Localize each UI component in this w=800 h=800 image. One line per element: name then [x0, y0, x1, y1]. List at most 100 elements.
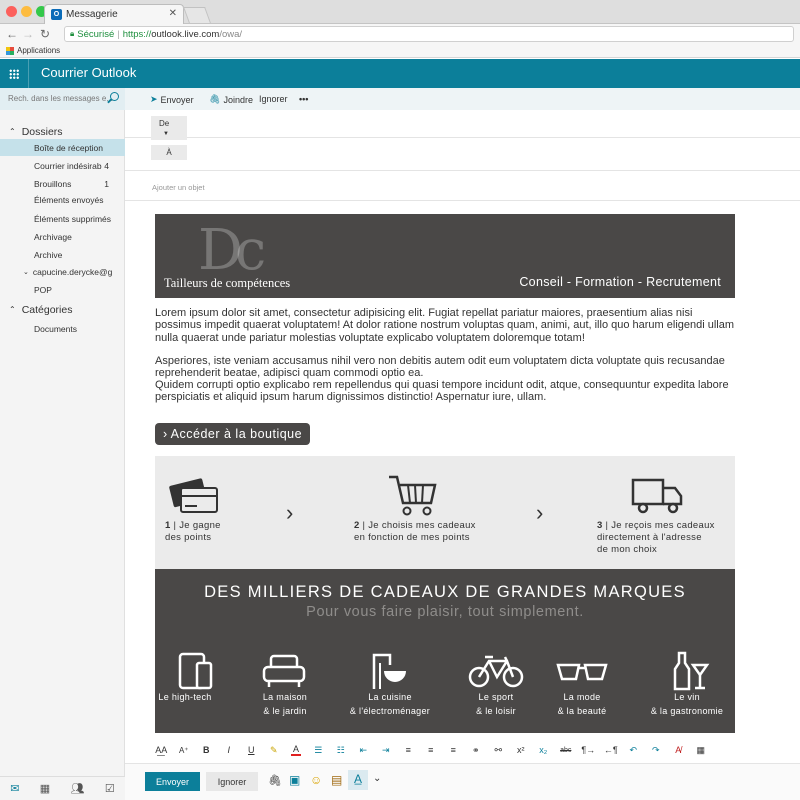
increase-indent-icon[interactable]: ⇥ — [375, 745, 398, 756]
categories-section-toggle[interactable]: ⌃ Catégories — [0, 301, 125, 318]
clear-format-icon[interactable]: A̸ — [667, 745, 690, 755]
folder-count: 1 — [104, 178, 109, 189]
decrease-indent-icon[interactable]: ⇤ — [352, 745, 375, 756]
header-divider — [28, 59, 29, 88]
minimize-window-icon[interactable] — [21, 6, 32, 17]
step-text: en fonction de mes points — [354, 532, 470, 543]
picture-icon[interactable]: ▣ — [289, 773, 300, 787]
undo-icon[interactable]: ↶ — [622, 745, 645, 756]
chevron-down-icon[interactable]: ⌄ — [373, 773, 381, 784]
card-icon — [169, 478, 218, 513]
formatting-toolbar: A͟A A⁺ B I U ✎ A ☰ ☷ ⇤ ⇥ ≡ ≡ ≡ ⚭ ⚯ x² x₂… — [150, 741, 790, 759]
table-icon[interactable]: ▦ — [690, 745, 713, 756]
more-options-icon[interactable]: ••• — [299, 94, 308, 104]
outlook-header: Courrier Outlook — [0, 59, 800, 88]
schedule-icon[interactable]: ▤ — [331, 773, 342, 787]
folder-pop[interactable]: POP — [0, 281, 125, 298]
url-input[interactable]: 🔒︎ Sécurisé | https://outlook.live.com/o… — [64, 26, 794, 42]
bookmark-applications[interactable]: Applications — [17, 46, 60, 55]
folder-archiving[interactable]: Archivage — [0, 228, 125, 245]
signature-icon[interactable]: A̲ — [348, 770, 368, 790]
close-window-icon[interactable] — [6, 6, 17, 17]
to-button[interactable]: À — [151, 145, 187, 160]
cart-icon — [389, 475, 437, 516]
underline-icon[interactable]: U — [240, 745, 263, 755]
folder-label: Éléments supprimés — [34, 213, 112, 224]
subject-input[interactable]: Ajouter un objet — [152, 183, 205, 192]
category-text: Le sport — [478, 692, 514, 702]
italic-icon[interactable]: I — [218, 745, 241, 755]
strikethrough-icon[interactable]: abc — [555, 747, 578, 754]
folder-junk[interactable]: Courrier indésirab 4 — [0, 157, 125, 174]
subject-row[interactable] — [125, 171, 800, 201]
highlight-icon[interactable]: ✎ — [263, 745, 286, 756]
attach-icon[interactable]: 🖇︎ — [268, 774, 282, 787]
toolbar-attach-button[interactable]: 🖇︎ Joindre — [209, 94, 253, 105]
superscript-icon[interactable]: x² — [510, 745, 533, 755]
from-dropdown[interactable]: De ▼ — [151, 116, 187, 140]
new-tab-button[interactable] — [183, 7, 211, 23]
font-icon[interactable]: A͟A — [150, 745, 173, 755]
redo-icon[interactable]: ↷ — [645, 745, 668, 756]
search-input[interactable]: Rech. dans les messages e... — [0, 88, 125, 110]
toolbar-ignore-label: Ignorer — [259, 94, 288, 104]
bold-icon[interactable]: B — [195, 745, 218, 755]
category-documents[interactable]: Documents — [0, 320, 125, 337]
chevron-down-icon: ⌃ — [9, 127, 16, 136]
paperclip-icon: 🖇︎ — [209, 94, 221, 104]
align-center-icon[interactable]: ≡ — [420, 745, 443, 755]
apps-grid-icon[interactable] — [6, 46, 14, 55]
folder-deleted[interactable]: Éléments supprimés — [0, 210, 125, 227]
address-bar-row: ← → ↻ 🔒︎ Sécurisé | https://outlook.live… — [0, 24, 800, 44]
rtl-icon[interactable]: ←¶ — [600, 745, 623, 755]
emoji-icon[interactable]: ☺ — [310, 773, 322, 787]
step-text: directement à l'adresse — [597, 532, 702, 543]
send-row: Envoyer Ignorer 🖇︎ ▣ ☺ ▤ A̲ ⌄ — [125, 763, 800, 800]
align-right-icon[interactable]: ≡ — [442, 745, 465, 755]
brand-logo: Dc — [198, 218, 266, 283]
folder-inbox[interactable]: Boîte de réception — [0, 139, 125, 156]
toolbar-ignore-button[interactable]: Ignorer — [259, 94, 288, 104]
send-button[interactable]: Envoyer — [145, 772, 200, 791]
tasks-icon[interactable]: ☑ — [105, 782, 115, 795]
body-paragraph: Asperiores, iste veniam accusamus nihil … — [155, 355, 725, 380]
folder-sent[interactable]: Éléments envoyés — [0, 193, 125, 207]
forward-arrow-icon[interactable]: → — [22, 27, 34, 41]
mail-icon[interactable]: ✉ — [10, 782, 19, 795]
shop-button[interactable]: › Accéder à la boutique — [155, 423, 311, 445]
app-launcher-icon[interactable] — [9, 69, 19, 79]
link-icon[interactable]: ⚭ — [465, 745, 488, 756]
reload-icon[interactable]: ↻ — [40, 27, 50, 41]
toolbar-send-button[interactable]: ➤ Envoyer — [150, 94, 194, 105]
calendar-icon[interactable]: ▦ — [40, 782, 50, 795]
kitchen-icon — [372, 653, 406, 689]
secure-label: Sécurisé — [77, 28, 115, 40]
bullets-icon[interactable]: ☰ — [307, 745, 330, 756]
step-text: Je choisis mes cadeaux — [368, 520, 476, 531]
search-icon[interactable] — [110, 92, 119, 101]
folders-heading: Dossiers — [21, 125, 63, 138]
category-text: La maison — [262, 692, 308, 702]
category-high-tech: Le high-tech — [155, 690, 215, 704]
people-icon[interactable]: 👥︎ — [71, 782, 85, 795]
font-color-icon[interactable]: A — [291, 744, 301, 756]
promo-subtitle: Pour vous faire plaisir, tout simplement… — [306, 604, 584, 620]
unlink-icon[interactable]: ⚯ — [487, 745, 510, 756]
align-left-icon[interactable]: ≡ — [397, 745, 420, 755]
folder-drafts[interactable]: Brouillons 1 — [0, 175, 125, 192]
browser-tab[interactable]: O Messagerie ✕ — [44, 4, 184, 24]
folders-section-toggle[interactable]: ⌃ Dossiers — [0, 123, 125, 140]
app-title[interactable]: Courrier Outlook — [41, 65, 136, 80]
from-label: De — [159, 119, 170, 128]
close-tab-icon[interactable]: ✕ — [169, 8, 177, 19]
ignore-button[interactable]: Ignorer — [206, 772, 258, 791]
subscript-icon[interactable]: x₂ — [532, 745, 555, 755]
category-text: & la gastronomie — [650, 706, 724, 716]
numbering-icon[interactable]: ☷ — [330, 745, 353, 756]
font-size-icon[interactable]: A⁺ — [173, 746, 196, 755]
folder-account[interactable]: ⌄ capucine.derycke@g — [0, 263, 125, 280]
ltr-icon[interactable]: ¶→ — [577, 745, 600, 755]
back-arrow-icon[interactable]: ← — [6, 27, 18, 41]
folder-archive[interactable]: Archive — [0, 246, 125, 263]
folder-label: capucine.derycke@g — [32, 266, 113, 277]
